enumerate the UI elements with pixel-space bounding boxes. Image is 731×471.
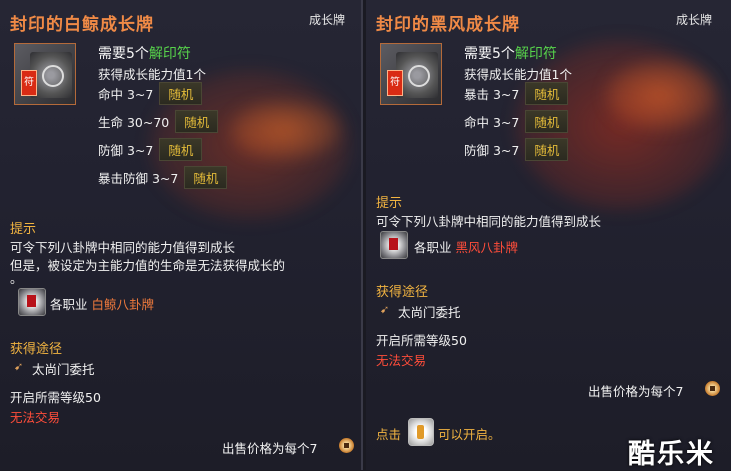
- seal-icon: 符: [21, 70, 37, 96]
- quest-icon: ➹: [380, 303, 390, 316]
- hint-line: 可令下列八卦牌中相同的能力值得到成长: [10, 240, 236, 255]
- stat-row: 生命 30~70 随机: [98, 110, 219, 133]
- item-type: 成长牌: [309, 13, 346, 27]
- requirement-count: 需要5个: [464, 46, 515, 62]
- trade-status: 无法交易: [10, 410, 61, 425]
- class-row: 各职业 黑风八卦牌: [414, 240, 519, 255]
- bagua-card-icon[interactable]: [380, 231, 408, 259]
- class-row: 各职业 白鲸八卦牌: [50, 297, 155, 312]
- background-glow: [606, 60, 716, 130]
- gain-text: 获得成长能力值1个: [464, 67, 572, 82]
- random-badge: 随机: [525, 138, 569, 161]
- random-badge: 随机: [159, 82, 203, 105]
- sell-price: 出售价格为每个7: [222, 441, 318, 456]
- item-type: 成长牌: [676, 13, 713, 27]
- random-badge: 随机: [525, 82, 569, 105]
- stat-row: 防御 3~7 随机: [98, 138, 203, 161]
- coin-icon: [705, 381, 720, 396]
- stat-row: 暴击防御 3~7 随机: [98, 166, 228, 189]
- growth-card-icon[interactable]: 符: [14, 43, 76, 105]
- source-header: 获得途径: [10, 342, 63, 357]
- bagua-card-link[interactable]: 白鲸八卦牌: [92, 297, 155, 312]
- hint-header: 提示: [10, 222, 37, 237]
- background-glow: [230, 100, 340, 160]
- tooltip-panel-black-wind: 封印的黑风成长牌 成长牌 符 需要5个解印符 获得成长能力值1个 暴击 3~7 随…: [366, 0, 731, 470]
- coin-icon: [339, 438, 354, 453]
- source-item: 太尚门委托: [32, 362, 95, 377]
- level-requirement: 开启所需等级50: [376, 333, 467, 348]
- item-title: 封印的白鲸成长牌: [10, 15, 154, 35]
- click-prefix: 点击: [376, 427, 402, 442]
- requirement-item-link[interactable]: 解印符: [149, 46, 191, 62]
- requirement-count: 需要5个: [98, 46, 149, 62]
- tooltip-panel-white-whale: 封印的白鲸成长牌 成长牌 符 需要5个解印符 获得成长能力值1个 命中 3~7 随…: [0, 0, 363, 470]
- trade-status: 无法交易: [376, 353, 427, 368]
- hint-header: 提示: [376, 196, 403, 211]
- random-badge: 随机: [159, 138, 203, 161]
- watermark: 酷乐米: [628, 439, 715, 470]
- stat-row: 防御 3~7 随机: [464, 138, 569, 161]
- click-suffix: 可以开启。: [438, 427, 501, 442]
- hint-line: 。: [10, 271, 23, 286]
- random-badge: 随机: [184, 166, 228, 189]
- item-title: 封印的黑风成长牌: [376, 15, 520, 35]
- hint-line: 但是，被设定为主能力值的生命是无法获得成长的: [10, 258, 286, 273]
- gain-text: 获得成长能力值1个: [98, 67, 206, 82]
- seal-icon: 符: [387, 70, 403, 96]
- stat-row: 暴击 3~7 随机: [464, 82, 569, 105]
- growth-card-icon[interactable]: 符: [380, 43, 442, 105]
- stat-row: 命中 3~7 随机: [98, 82, 203, 105]
- bagua-card-link[interactable]: 黑风八卦牌: [456, 240, 519, 255]
- requirement-item-link[interactable]: 解印符: [515, 46, 557, 62]
- requirement: 需要5个解印符: [464, 43, 557, 63]
- source-header: 获得途径: [376, 285, 429, 300]
- random-badge: 随机: [525, 110, 569, 133]
- bagua-card-icon[interactable]: [18, 288, 46, 316]
- stat-row: 命中 3~7 随机: [464, 110, 569, 133]
- source-item: 太尚门委托: [398, 305, 461, 320]
- sell-price: 出售价格为每个7: [588, 384, 684, 399]
- random-badge: 随机: [175, 110, 219, 133]
- open-item-icon[interactable]: [408, 418, 434, 446]
- quest-icon: ➹: [14, 360, 24, 373]
- level-requirement: 开启所需等级50: [10, 390, 101, 405]
- requirement: 需要5个解印符: [98, 43, 191, 63]
- hint-line: 可令下列八卦牌中相同的能力值得到成长: [376, 214, 602, 229]
